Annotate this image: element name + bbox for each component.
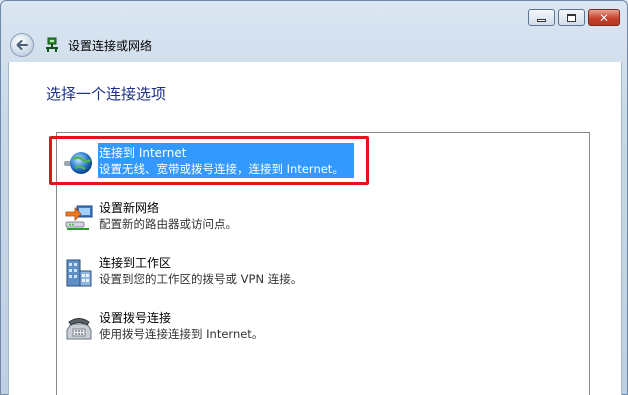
window-title: 设置连接或网络: [68, 38, 153, 53]
window-frame: ✕ 设置连接或网络 选择一个连接选项 连接到 Internet 设置无线、宽带或…: [0, 0, 628, 395]
option-description: 使用拨号连接连接到 Internet。: [99, 327, 264, 341]
option-description: 设置到您的工作区的拨号或 VPN 连接。: [99, 272, 303, 286]
new-network-icon: [65, 205, 93, 230]
maximize-icon: [567, 13, 576, 22]
option-title: 设置拨号连接: [99, 311, 172, 325]
close-button[interactable]: ✕: [588, 9, 620, 26]
dialup-phone-icon: [66, 318, 92, 340]
close-icon: ✕: [598, 10, 610, 25]
back-arrow-icon: [16, 40, 28, 50]
content-panel: 选择一个连接选项 连接到 Internet 设置无线、宽带或拨号连接，连接到 I…: [8, 62, 622, 395]
window-controls: ✕: [528, 9, 620, 26]
maximize-button[interactable]: [558, 9, 585, 26]
network-connection-icon: [46, 37, 58, 52]
option-dialup[interactable]: 设置拨号连接 使用拨号连接连接到 Internet。: [61, 306, 581, 356]
navigation-row: 设置连接或网络: [10, 31, 152, 59]
option-new-network[interactable]: 设置新网络 配置新的路由器或访问点。: [61, 196, 581, 246]
option-title: 设置新网络: [99, 201, 160, 215]
annotation-highlight-box: [49, 136, 369, 185]
option-connect-workplace[interactable]: 连接到工作区 设置到您的工作区的拨号或 VPN 连接。: [61, 251, 581, 301]
back-button[interactable]: [10, 33, 34, 57]
option-title: 连接到工作区: [99, 256, 172, 270]
workplace-icon: [66, 259, 92, 287]
page-heading: 选择一个连接选项: [46, 85, 167, 103]
minimize-icon: [537, 18, 546, 22]
option-description: 配置新的路由器或访问点。: [99, 217, 237, 231]
minimize-button[interactable]: [528, 9, 555, 26]
